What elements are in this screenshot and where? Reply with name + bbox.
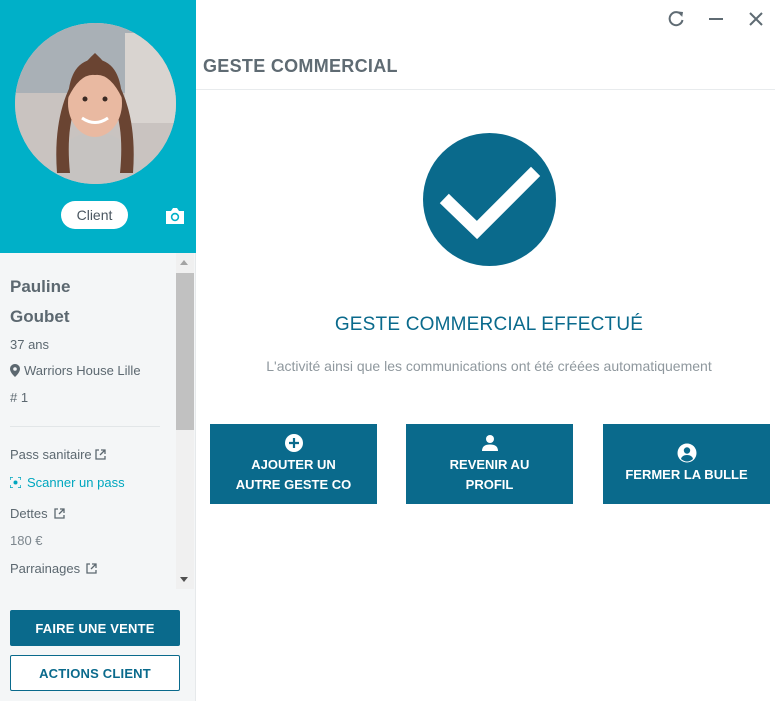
add-another-gesture-line2: AUTRE GESTE CO (235, 477, 352, 492)
parrainages-label: Parrainages (10, 561, 81, 576)
pass-sanitaire-label: Pass sanitaire (10, 447, 92, 462)
client-location-text: Warriors House Lille (24, 363, 141, 378)
scan-pass-link[interactable]: Scanner un pass (10, 475, 125, 490)
refresh-icon[interactable] (665, 8, 687, 30)
page-title: GESTE COMMERCIAL (203, 56, 398, 76)
close-icon[interactable] (745, 8, 767, 30)
client-number: # 1 (10, 390, 29, 405)
success-check-icon (423, 133, 556, 266)
pass-sanitaire-link[interactable]: Pass sanitaire (10, 447, 106, 462)
details-scrollbar[interactable] (176, 253, 194, 589)
scroll-thumb[interactable] (176, 273, 194, 430)
title-divider (196, 89, 775, 90)
client-location: Warriors House Lille (10, 363, 141, 378)
client-last-name: Goubet (10, 307, 70, 326)
dettes-label: Dettes (10, 506, 48, 521)
scroll-up-arrow-icon[interactable] (180, 260, 188, 265)
close-bubble-button[interactable]: FERMER LA BULLE (603, 424, 770, 504)
minimize-icon[interactable] (705, 8, 727, 30)
dettes-value: 180 € (10, 533, 43, 548)
camera-icon[interactable] (164, 206, 186, 226)
details-divider (10, 426, 160, 427)
back-to-profile-line2: PROFIL (465, 477, 514, 492)
external-link-icon (95, 449, 106, 460)
external-link-icon (86, 563, 97, 574)
window-controls (665, 8, 767, 30)
person-icon (481, 435, 498, 451)
back-to-profile-line1: REVENIR AU (449, 457, 530, 472)
scroll-down-arrow-icon[interactable] (180, 577, 188, 582)
add-another-gesture-line1: AJOUTER UN (251, 457, 336, 472)
scan-icon (10, 477, 21, 488)
client-sidebar: Client Pauline Goubet 37 ans Warriors Ho… (0, 0, 196, 701)
add-another-gesture-button[interactable]: AJOUTER UN AUTRE GESTE CO (210, 424, 377, 504)
back-to-profile-button[interactable]: REVENIR AU PROFIL (406, 424, 573, 504)
client-actions-button[interactable]: ACTIONS CLIENT (10, 655, 180, 691)
external-link-icon (53, 508, 65, 519)
client-age: 37 ans (10, 337, 50, 352)
plus-circle-icon (284, 434, 303, 452)
account-circle-icon (677, 443, 696, 463)
dettes-link[interactable]: Dettes (10, 506, 65, 521)
close-bubble-label: FERMER LA BULLE (625, 467, 748, 482)
location-pin-icon (10, 364, 20, 377)
success-message: L'activité ainsi que les communications … (266, 358, 712, 374)
profile-header: Client (0, 0, 196, 253)
scan-pass-label: Scanner un pass (27, 475, 125, 490)
client-badge: Client (61, 201, 128, 229)
success-heading: GESTE COMMERCIAL EFFECTUÉ (334, 314, 644, 335)
avatar-photo (15, 23, 176, 184)
parrainages-link[interactable]: Parrainages (10, 561, 97, 576)
avatar (15, 23, 176, 184)
main-panel: GESTE COMMERCIAL GESTE COMMERCIAL EFFECT… (196, 0, 775, 701)
client-details: Pauline Goubet 37 ans Warriors House Lil… (0, 253, 176, 589)
client-first-name: Pauline (10, 277, 71, 296)
new-sale-button[interactable]: FAIRE UNE VENTE (10, 610, 180, 646)
